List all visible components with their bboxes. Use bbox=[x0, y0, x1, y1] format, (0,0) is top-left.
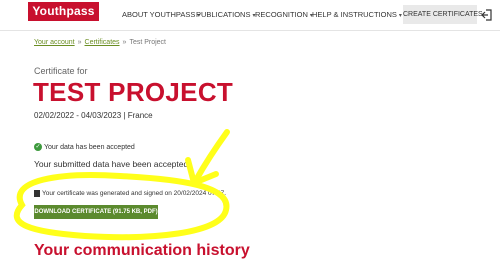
status-badge-label: Your data has been accepted bbox=[44, 143, 135, 151]
breadcrumb: Your account» Certificates» Test Project bbox=[34, 39, 166, 46]
generated-notice: Your certificate was generated and signe… bbox=[34, 190, 226, 197]
project-dates: 02/02/2022 - 04/03/2023 | France bbox=[34, 111, 153, 120]
nav-recognition[interactable]: RECOGNITION ▾ bbox=[255, 10, 313, 19]
nav-help[interactable]: HELP & INSTRUCTIONS ▾ bbox=[312, 10, 402, 19]
communication-history-heading: Your communication history bbox=[34, 242, 250, 259]
youthpass-logo[interactable]: Youthpass bbox=[28, 2, 99, 21]
nav-about[interactable]: ABOUT YOUTHPASS ▾ bbox=[122, 10, 200, 19]
breadcrumb-certificates[interactable]: Certificates bbox=[85, 39, 120, 46]
highlight-arrow-shaft bbox=[193, 129, 230, 183]
nav-publications-label: PUBLICATIONS bbox=[196, 10, 251, 19]
breadcrumb-your-account[interactable]: Your account bbox=[34, 39, 75, 46]
nav-publications[interactable]: PUBLICATIONS ▾ bbox=[196, 10, 255, 19]
check-icon: ✓ bbox=[34, 143, 42, 151]
page-title: TEST PROJECT bbox=[33, 77, 234, 107]
chevron-down-icon: ▾ bbox=[398, 13, 402, 19]
breadcrumb-separator: » bbox=[77, 39, 82, 46]
nav-help-label: HELP & INSTRUCTIONS bbox=[312, 10, 397, 19]
nav-recognition-label: RECOGNITION bbox=[255, 10, 308, 19]
status-badge: ✓ Your data has been accepted bbox=[34, 143, 135, 151]
logout-icon[interactable] bbox=[481, 9, 493, 21]
document-icon bbox=[34, 190, 40, 197]
accepted-message: Your submitted data have been accepted. bbox=[34, 159, 191, 169]
highlight-arrow-head bbox=[185, 157, 219, 186]
top-navigation-bar: Youthpass ABOUT YOUTHPASS ▾ PUBLICATIONS ▾… bbox=[0, 0, 500, 31]
breadcrumb-current: Test Project bbox=[129, 39, 167, 46]
certificate-for-label: Certificate for bbox=[34, 66, 88, 76]
breadcrumb-separator: » bbox=[122, 39, 127, 46]
create-certificates-button[interactable]: CREATE CERTIFICATES bbox=[403, 5, 483, 24]
download-certificate-button[interactable]: DOWNLOAD CERTIFICATE (91.75 KB, PDF) bbox=[34, 205, 158, 219]
nav-about-label: ABOUT YOUTHPASS bbox=[122, 10, 196, 19]
generated-text: Your certificate was generated and signe… bbox=[42, 190, 227, 198]
